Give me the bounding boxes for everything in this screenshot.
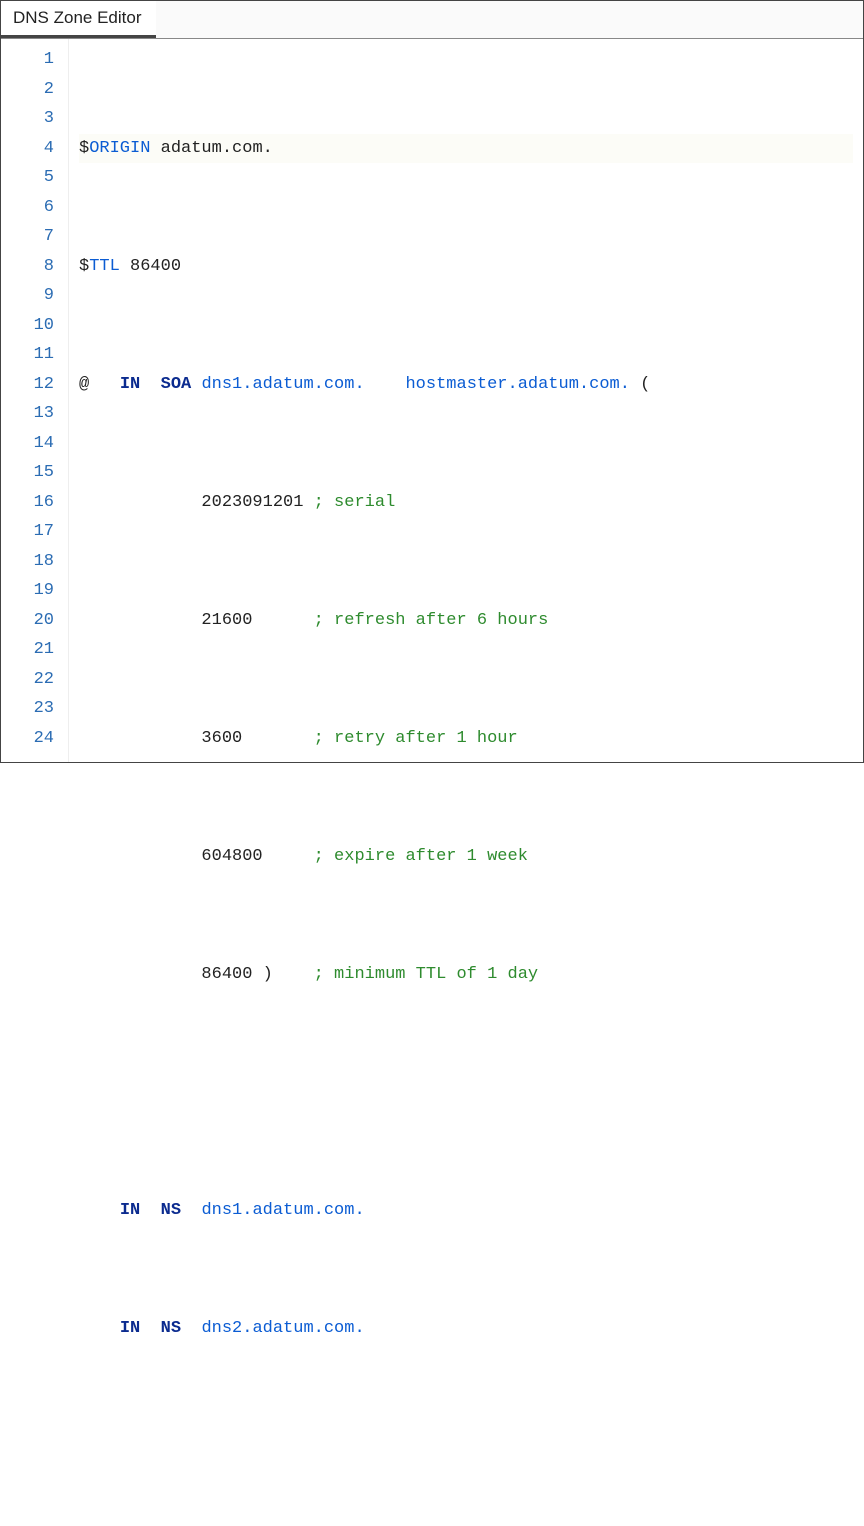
line-number: 19: [7, 576, 54, 606]
line-number: 4: [7, 134, 54, 164]
line-number-gutter: 1 2 3 4 5 6 7 8 9 10 11 12 13 14 15 16 1…: [1, 39, 69, 762]
code-area[interactable]: $ORIGIN adatum.com. $TTL 86400 @ IN SOA …: [69, 39, 863, 762]
editor-header: DNS Zone Editor: [1, 1, 863, 39]
code-line[interactable]: IN NS dns1.adatum.com.: [79, 1196, 853, 1226]
line-number: 3: [7, 104, 54, 134]
editor-area: 1 2 3 4 5 6 7 8 9 10 11 12 13 14 15 16 1…: [1, 39, 863, 762]
line-number: 14: [7, 429, 54, 459]
code-line[interactable]: 2023091201 ; serial: [79, 488, 853, 518]
line-number: 7: [7, 222, 54, 252]
line-number: 18: [7, 547, 54, 577]
line-number: 1: [7, 45, 54, 75]
line-number: 23: [7, 694, 54, 724]
line-number: 8: [7, 252, 54, 282]
code-line[interactable]: $ORIGIN adatum.com.: [79, 134, 853, 164]
line-number: 17: [7, 517, 54, 547]
code-line[interactable]: IN NS dns2.adatum.com.: [79, 1314, 853, 1344]
line-number: 11: [7, 340, 54, 370]
line-number: 13: [7, 399, 54, 429]
line-number: 15: [7, 458, 54, 488]
line-number: 2: [7, 75, 54, 105]
line-number: 20: [7, 606, 54, 636]
line-number: 5: [7, 163, 54, 193]
code-line[interactable]: [79, 1432, 853, 1462]
line-number: 16: [7, 488, 54, 518]
code-line[interactable]: 86400 ) ; minimum TTL of 1 day: [79, 960, 853, 990]
code-line[interactable]: [79, 1078, 853, 1108]
line-number: 9: [7, 281, 54, 311]
line-number: 24: [7, 724, 54, 754]
line-number: 12: [7, 370, 54, 400]
code-line[interactable]: $TTL 86400: [79, 252, 853, 282]
line-number: 10: [7, 311, 54, 341]
line-number: 21: [7, 635, 54, 665]
code-line[interactable]: 604800 ; expire after 1 week: [79, 842, 853, 872]
code-line[interactable]: 3600 ; retry after 1 hour: [79, 724, 853, 754]
code-line[interactable]: 21600 ; refresh after 6 hours: [79, 606, 853, 636]
tab-zone-editor[interactable]: DNS Zone Editor: [1, 1, 156, 38]
line-number: 6: [7, 193, 54, 223]
code-line[interactable]: @ IN SOA dns1.adatum.com. hostmaster.ada…: [79, 370, 853, 400]
line-number: 22: [7, 665, 54, 695]
